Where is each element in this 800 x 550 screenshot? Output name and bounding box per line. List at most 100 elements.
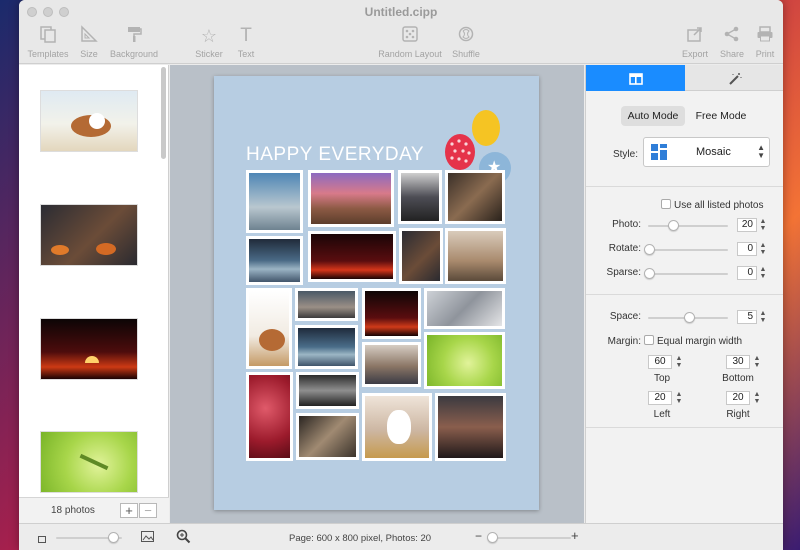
use-all-photos-checkbox[interactable] [661, 199, 671, 209]
margin-bottom-field[interactable]: 30 [726, 355, 750, 369]
margin-right-caption: Right [726, 409, 750, 420]
margin-right-field[interactable]: 20 [726, 391, 750, 405]
zoom-in-icon[interactable]: + [571, 528, 579, 543]
auto-mode-button[interactable]: Auto Mode [621, 106, 685, 126]
photo-count-field[interactable]: 20 [737, 218, 757, 232]
photo-thumbnail[interactable] [40, 431, 138, 493]
free-mode-button[interactable]: Free Mode [689, 106, 753, 126]
collage-photo[interactable] [424, 288, 505, 329]
thumbnail-size-slider-knob[interactable] [108, 532, 119, 543]
separator [586, 186, 783, 187]
photo-count-stepper[interactable]: ▲ ▼ [759, 218, 767, 232]
zoom-slider-knob[interactable] [487, 532, 498, 543]
print-button[interactable]: Print [733, 25, 783, 59]
collage-photo[interactable] [308, 170, 394, 227]
toolbar: Untitled.cipp Templates Size Background … [19, 0, 783, 64]
shuffle-icon [434, 25, 498, 47]
collage-photo[interactable] [246, 170, 303, 233]
collage-photo[interactable] [399, 228, 443, 284]
use-all-photos-label: Use all listed photos [674, 200, 764, 211]
margin-bottom-caption: Bottom [722, 373, 754, 384]
space-field[interactable]: 5 [737, 310, 757, 324]
collage-photo[interactable] [435, 393, 506, 461]
magic-wand-icon [728, 70, 742, 86]
zoom-slider[interactable] [489, 537, 571, 539]
page-title[interactable]: HAPPY EVERYDAY [246, 144, 424, 166]
remove-photo-button[interactable]: − [139, 503, 157, 518]
rotate-slider[interactable] [648, 249, 728, 251]
space-stepper[interactable]: ▲ ▼ [759, 310, 767, 324]
margin-left-stepper[interactable]: ▲ ▼ [675, 391, 683, 405]
balloon-sticker[interactable] [445, 134, 475, 170]
text-icon: T [240, 25, 252, 46]
sparse-field[interactable]: 0 [737, 266, 757, 280]
layout-icon [628, 70, 643, 86]
rotate-stepper[interactable]: ▲ ▼ [759, 242, 767, 256]
status-bar: Page: 600 x 800 pixel, Photos: 20 − + [19, 523, 783, 550]
photo-thumbnail[interactable] [40, 318, 138, 380]
photo-thumbnail[interactable] [40, 90, 138, 152]
collage-photo[interactable] [362, 342, 421, 387]
paint-roller-icon [102, 25, 166, 47]
collage-page[interactable]: HAPPY EVERYDAY ★ [214, 76, 539, 510]
random-layout-button[interactable]: Random Layout [378, 25, 442, 59]
collage-photo[interactable] [362, 393, 432, 461]
background-button[interactable]: Background [102, 25, 166, 59]
space-label: Space: [609, 311, 641, 322]
mosaic-icon [651, 144, 667, 163]
sparse-slider[interactable] [648, 273, 728, 275]
margin-top-caption: Top [653, 373, 671, 384]
collage-photo[interactable] [296, 372, 359, 409]
margin-label: Margin: [607, 336, 641, 347]
margin-left-caption: Left [653, 409, 671, 420]
margin-bottom-stepper[interactable]: ▲ ▼ [753, 355, 761, 369]
add-photo-button[interactable]: + [120, 503, 138, 518]
collage-photo[interactable] [295, 288, 358, 321]
space-slider-knob[interactable] [684, 312, 695, 323]
margin-right-stepper[interactable]: ▲ ▼ [753, 391, 761, 405]
sparse-label: Sparse: [606, 267, 641, 278]
dice-icon [378, 25, 442, 47]
collage-photo[interactable] [398, 170, 442, 224]
collage-photo[interactable] [246, 288, 292, 369]
collage-photo[interactable] [246, 372, 293, 461]
margin-top-field[interactable]: 60 [648, 355, 672, 369]
rotate-slider-knob[interactable] [644, 244, 655, 255]
page-info-text: Page: 600 x 800 pixel, Photos: 20 [289, 533, 432, 544]
rotate-label: Rotate: [608, 243, 641, 254]
photo-count-slider[interactable] [648, 225, 728, 227]
collage-photo[interactable] [362, 288, 421, 339]
tab-effects[interactable] [685, 65, 783, 91]
zoom-out-icon[interactable]: − [475, 529, 482, 543]
sidebar-scrollbar[interactable] [161, 67, 166, 159]
collage-photo[interactable] [424, 332, 505, 389]
margin-left-field[interactable]: 20 [648, 391, 672, 405]
shuffle-button[interactable]: Shuffle [434, 25, 498, 59]
collage-photo[interactable] [308, 231, 396, 282]
collage-photo[interactable] [246, 236, 303, 285]
photo-thumbnail[interactable] [40, 204, 138, 266]
rotate-field[interactable]: 0 [737, 242, 757, 256]
printer-icon [733, 25, 783, 47]
tab-layout[interactable] [586, 65, 685, 91]
photo-count-slider-knob[interactable] [668, 220, 679, 231]
equal-margin-label: Equal margin width [657, 336, 743, 347]
zoom-icon[interactable] [176, 529, 191, 547]
equal-margin-checkbox[interactable] [644, 335, 654, 345]
collage-photo[interactable] [295, 325, 358, 369]
sparse-slider-knob[interactable] [644, 268, 655, 279]
balloon-sticker[interactable] [472, 110, 500, 146]
window-title: Untitled.cipp [364, 5, 438, 19]
text-button[interactable]: T Text [214, 25, 278, 59]
sparse-stepper[interactable]: ▲ ▼ [759, 266, 767, 280]
small-thumbnail-icon [38, 534, 46, 546]
sidebar-footer: 18 photos + − [19, 497, 169, 523]
collage-photo[interactable] [445, 228, 506, 284]
collage-photo[interactable] [445, 170, 505, 224]
style-value: Mosaic [696, 146, 731, 158]
margin-top-stepper[interactable]: ▲ ▼ [675, 355, 683, 369]
layout-settings-panel: Auto Mode Free Mode Style: Mosaic ▲ ▼ Use… [585, 65, 783, 523]
style-select[interactable]: Mosaic ▲ ▼ [643, 137, 770, 167]
collage-photo[interactable] [296, 413, 359, 460]
separator [586, 294, 783, 295]
